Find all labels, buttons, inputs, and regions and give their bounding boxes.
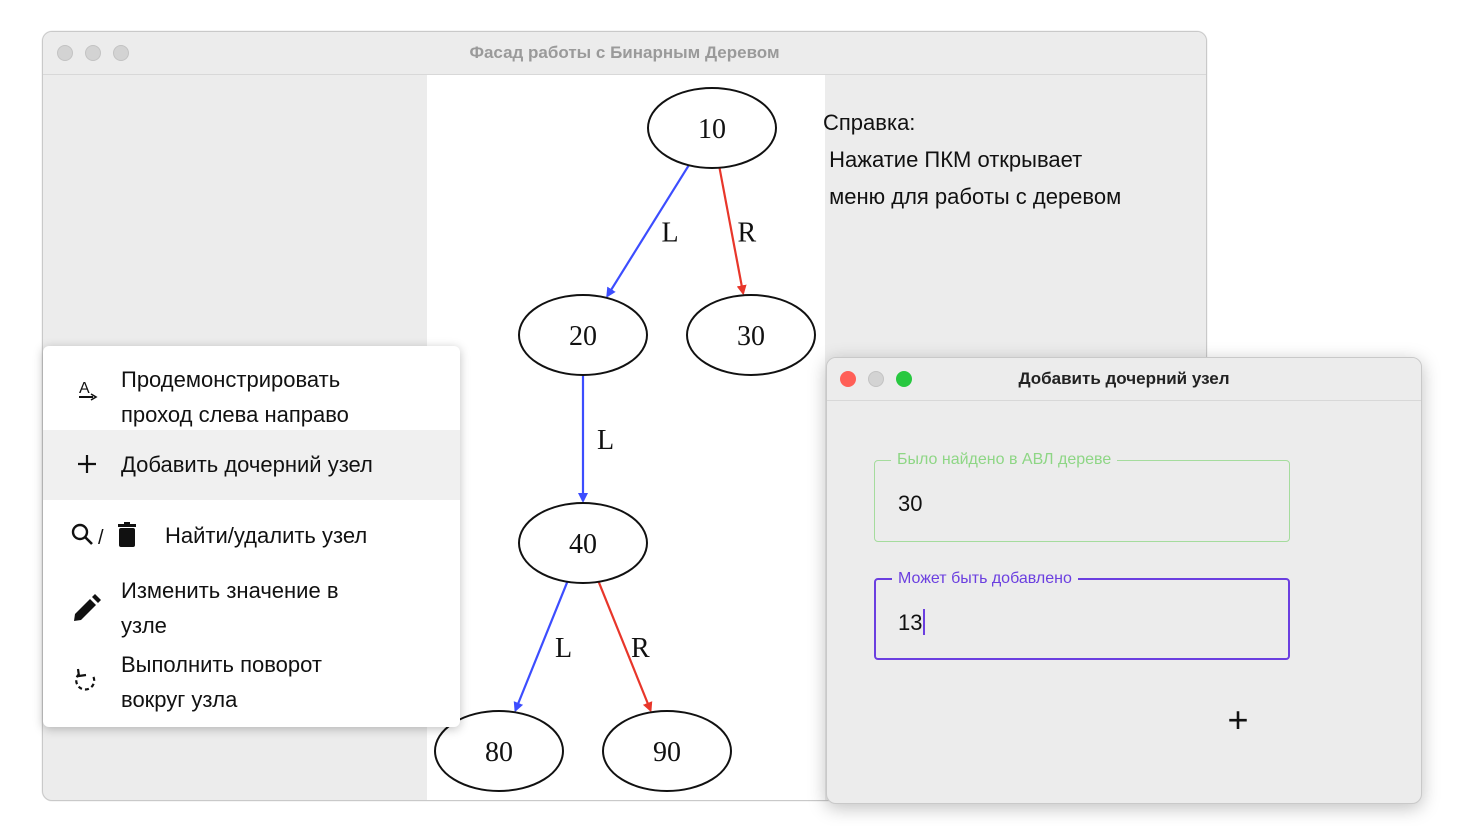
menu-item-find-delete[interactable]: / Найти/удалить узел	[43, 500, 460, 570]
menu-item-edit-value[interactable]: Изменить значение в узле	[43, 572, 460, 646]
menu-item-rotate[interactable]: Выполнить поворот вокруг узла	[43, 646, 460, 727]
plus-icon	[76, 453, 98, 480]
tree-diagram: L R L L R 10 20 30 40 80 90	[434, 87, 816, 792]
svg-text:/: /	[98, 527, 104, 549]
tree-node-label: 90	[653, 737, 681, 768]
tree-edge-label: L	[555, 633, 572, 664]
menu-item-add-child[interactable]: Добавить дочерний узел	[43, 430, 460, 500]
tree-node-30[interactable]: 30	[686, 294, 816, 376]
tree-node-20[interactable]: 20	[518, 294, 648, 376]
menu-item-find-delete-label: Найти/удалить узел	[165, 523, 368, 548]
pencil-icon	[71, 594, 101, 629]
help-heading: Справка:	[823, 110, 916, 135]
tree-node-label: 30	[737, 321, 765, 352]
text-caret	[923, 609, 926, 635]
window-title: Фасад работы с Бинарным Деревом	[469, 43, 780, 62]
add-value-legend: Может быть добавлено	[892, 569, 1078, 589]
text-direction-icon: A	[76, 378, 98, 411]
found-field-value: 30	[898, 491, 923, 516]
add-value-input[interactable]: Может быть добавлено 13	[874, 569, 1290, 660]
main-titlebar: Фасад работы с Бинарным Деревом	[43, 32, 1206, 75]
help-line-2: меню для работы с деревом	[823, 184, 1122, 209]
menu-item-traverse-line2: проход слева направо	[121, 402, 349, 427]
tree-edge-label: L	[662, 218, 679, 249]
tree-node-90[interactable]: 90	[602, 710, 732, 792]
tree-canvas[interactable]: L R L L R 10 20 30 40 80 90	[427, 75, 825, 800]
add-button[interactable]: +	[1223, 702, 1253, 738]
menu-item-add-child-label: Добавить дочерний узел	[121, 452, 373, 477]
svg-text:A: A	[79, 380, 90, 397]
found-field[interactable]: Было найдено в АВЛ дереве 30	[874, 450, 1290, 542]
add-value-text: 13	[898, 610, 923, 635]
help-line-1: Нажатие ПКМ открывает	[823, 147, 1083, 172]
help-text: Справка: Нажатие ПКМ открывает меню для …	[823, 104, 1121, 215]
rotate-icon	[73, 668, 99, 699]
tree-node-label: 40	[569, 529, 597, 560]
tree-edge-label: R	[631, 633, 650, 664]
tree-edge-label: L	[597, 425, 614, 456]
menu-item-rotate-line2: вокруг узла	[121, 687, 238, 712]
tree-node-label: 10	[698, 114, 726, 145]
tree-node-label: 20	[569, 321, 597, 352]
menu-item-edit-value-line1: Изменить значение в	[121, 578, 339, 603]
tree-edge-label: R	[738, 218, 757, 249]
menu-item-edit-value-line2: узле	[121, 613, 167, 638]
tree-node-label: 80	[485, 737, 513, 768]
tree-node-40[interactable]: 40	[518, 502, 648, 584]
found-field-legend: Было найдено в АВЛ дереве	[891, 450, 1118, 470]
dialog-titlebar: Добавить дочерний узел	[827, 358, 1421, 401]
menu-item-rotate-line1: Выполнить поворот	[121, 652, 322, 677]
search-delete-icon: /	[70, 522, 142, 555]
context-menu: A Продемонстрировать проход слева направ…	[43, 346, 460, 727]
tree-node-10[interactable]: 10	[647, 87, 777, 169]
menu-item-traverse-line1: Продемонстрировать	[121, 367, 341, 392]
add-child-dialog: Добавить дочерний узел Было найдено в АВ…	[826, 357, 1422, 804]
dialog-title: Добавить дочерний узел	[1018, 369, 1230, 388]
menu-item-traverse[interactable]: A Продемонстрировать проход слева направ…	[43, 346, 460, 430]
